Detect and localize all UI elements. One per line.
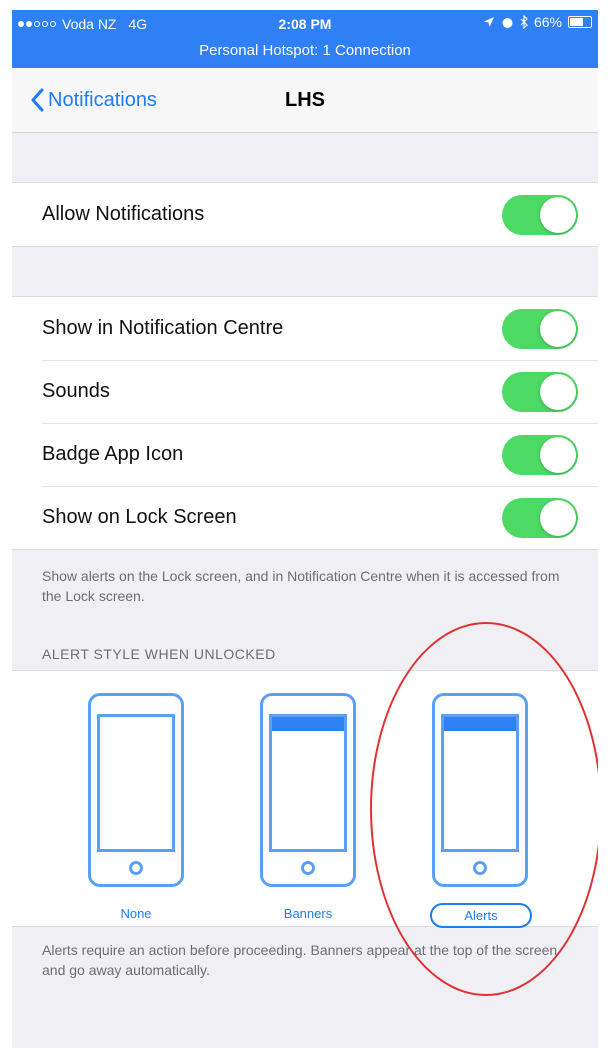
home-button-icon: [301, 861, 315, 875]
badge-app-icon-row: Badge App Icon: [12, 423, 598, 486]
toggle-knob: [540, 500, 576, 536]
alert-style-header: ALERT STYLE WHEN UNLOCKED: [42, 646, 276, 662]
alert-style-option-none[interactable]: None: [86, 693, 186, 924]
bluetooth-icon: [520, 15, 528, 29]
alert-style-label-banners: Banners: [283, 906, 333, 921]
navigation-bar: Notifications LHS: [12, 68, 598, 133]
location-arrow-icon: [483, 17, 494, 27]
show-on-lock-screen-row: Show on Lock Screen: [12, 486, 598, 549]
page-title: LHS: [285, 89, 325, 111]
phone-alerts-icon: [432, 693, 528, 887]
status-bar[interactable]: Voda NZ 4G 2:08 PM 66% Personal Hotspot:…: [12, 10, 598, 68]
allow-notifications-row: Allow Notifications: [12, 183, 598, 246]
toggle-knob: [540, 197, 576, 233]
hotspot-banner[interactable]: Personal Hotspot: 1 Connection: [12, 42, 598, 59]
phone-screen: [269, 714, 347, 852]
alert-style-footnote: Alerts require an action before proceedi…: [42, 942, 558, 978]
allow-notifications-label: Allow Notifications: [42, 203, 205, 225]
settings-screen: Voda NZ 4G 2:08 PM 66% Personal Hotspot:…: [12, 10, 598, 1048]
alert-style-option-alerts[interactable]: Alerts: [430, 693, 532, 928]
alert-bar: [444, 717, 516, 731]
show-in-notification-centre-label: Show in Notification Centre: [42, 317, 284, 339]
show-on-lock-screen-label: Show on Lock Screen: [42, 506, 237, 528]
home-button-icon: [473, 861, 487, 875]
phone-screen: [441, 714, 519, 852]
battery-percent: 66%: [533, 14, 562, 30]
banner-bar: [272, 717, 344, 731]
toggle-knob: [540, 374, 576, 410]
badge-app-icon-label: Badge App Icon: [42, 443, 184, 465]
lock-screen-footnote: Show alerts on the Lock screen, and in N…: [42, 568, 560, 604]
alert-style-label-alerts: Alerts: [430, 903, 532, 928]
sounds-toggle[interactable]: [502, 372, 578, 412]
toggle-knob: [540, 311, 576, 347]
phone-none-icon: [88, 693, 184, 887]
notification-options-group: Show in Notification Centre Sounds Badge…: [12, 296, 598, 550]
sounds-label: Sounds: [42, 380, 110, 402]
sounds-row: Sounds: [12, 360, 598, 423]
phone-banners-icon: [260, 693, 356, 887]
show-in-notification-centre-toggle[interactable]: [502, 309, 578, 349]
battery-icon: [568, 16, 592, 28]
alarm-icon: [502, 17, 513, 28]
badge-app-icon-toggle[interactable]: [502, 435, 578, 475]
alert-style-label-none: None: [120, 906, 152, 921]
toggle-knob: [540, 437, 576, 473]
home-button-icon: [129, 861, 143, 875]
status-right: 66%: [483, 14, 592, 30]
alert-style-option-banners[interactable]: Banners: [258, 693, 358, 924]
allow-notifications-toggle[interactable]: [502, 195, 578, 235]
allow-notifications-group: Allow Notifications: [12, 182, 598, 247]
alert-style-picker: None Banners Alerts: [12, 670, 598, 928]
phone-screen: [97, 714, 175, 852]
show-in-notification-centre-row: Show in Notification Centre: [12, 297, 598, 360]
show-on-lock-screen-toggle[interactable]: [502, 498, 578, 538]
